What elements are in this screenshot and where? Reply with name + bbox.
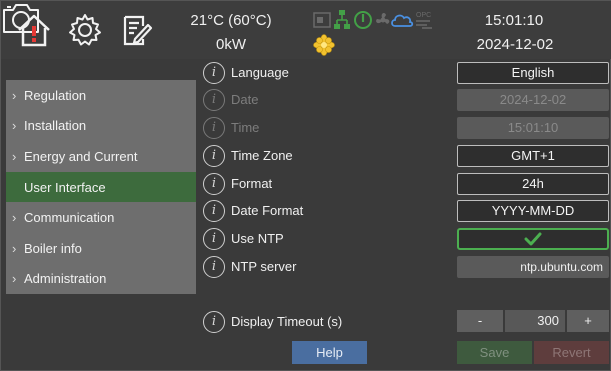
info-icon[interactable]: i <box>203 200 225 222</box>
setting-label: Use NTP <box>231 231 284 246</box>
ntp-server-input[interactable]: ntp.ubuntu.com <box>457 256 609 278</box>
sidebar-item-label: Communication <box>24 210 115 226</box>
sidebar-item-regulation[interactable]: › Regulation <box>6 80 196 111</box>
cloud-icon <box>391 14 414 27</box>
date-field: 2024-12-02 <box>457 89 609 111</box>
chevron-right-icon: › <box>12 148 17 164</box>
info-icon[interactable]: i <box>203 173 225 195</box>
info-icon[interactable]: i <box>203 228 225 250</box>
time-field: 15:01:10 <box>457 117 609 139</box>
clock-time: 15:01:10 <box>484 12 544 29</box>
setting-row-date: i Date 2024-12-02 <box>201 89 611 113</box>
opc-icon: OPC <box>416 12 432 29</box>
time-zone-select[interactable]: GMT+1 <box>457 145 609 167</box>
header-bar: 21°C (60°C) 0kW OPC 15:01:10 2024-12-02 <box>1 1 611 59</box>
setting-row-time: i Time 15:01:10 <box>201 117 611 141</box>
gear-icon[interactable] <box>66 11 104 49</box>
increment-button[interactable]: + <box>567 310 609 332</box>
info-icon[interactable]: i <box>203 256 225 278</box>
sidebar-item-label: Boiler info <box>24 240 82 256</box>
status-icons: OPC <box>313 10 432 29</box>
clock-date: 2024-12-02 <box>476 36 554 53</box>
time-format-select[interactable]: 24h <box>457 173 609 195</box>
setting-label: Time <box>231 120 260 135</box>
chevron-right-icon: › <box>12 240 17 256</box>
temperature-readout: 21°C (60°C) <box>190 12 272 29</box>
settings-screen: 21°C (60°C) 0kW OPC 15:01:10 2024-12-02 … <box>0 0 611 371</box>
power-readout: 0kW <box>216 36 246 53</box>
decrement-button[interactable]: - <box>457 310 503 332</box>
info-icon: i <box>203 89 225 111</box>
sidebar-item-installation[interactable]: › Installation <box>6 111 196 142</box>
settings-sidebar: › Regulation › Installation › Energy and… <box>6 80 196 294</box>
save-button[interactable]: Save <box>457 341 532 364</box>
sidebar-item-label: Administration <box>24 271 107 287</box>
info-icon: i <box>203 117 225 139</box>
device-icon <box>313 12 331 28</box>
date-format-select[interactable]: YYYY-MM-DD <box>457 200 609 222</box>
chevron-right-icon: › <box>12 210 17 226</box>
network-icon <box>334 10 350 29</box>
setting-row-date-format: i Date Format YYYY-MM-DD <box>201 200 611 224</box>
info-icon[interactable]: i <box>203 311 225 333</box>
setting-label: Display Timeout (s) <box>231 314 343 329</box>
power-icon <box>354 11 372 29</box>
svg-text:OPC: OPC <box>416 12 431 19</box>
help-button[interactable]: Help <box>292 341 367 364</box>
revert-button[interactable]: Revert <box>534 341 609 364</box>
setting-row-time-zone: i Time Zone GMT+1 <box>201 145 611 169</box>
sidebar-item-user-interface[interactable]: › User Interface <box>6 171 196 203</box>
chevron-right-icon: › <box>12 118 17 134</box>
display-timeout-stepper: - 300 + <box>457 310 609 332</box>
use-ntp-checkbox[interactable] <box>457 228 609 250</box>
sidebar-item-label: Regulation <box>24 87 87 103</box>
setting-row-format: i Format 24h <box>201 173 611 197</box>
home-alert-icon[interactable] <box>15 11 53 49</box>
sidebar-item-label: User Interface <box>24 179 106 195</box>
setting-label: Date Format <box>231 203 304 218</box>
checkmark-icon <box>524 232 542 246</box>
setting-row-language: i Language English <box>201 62 611 86</box>
setting-row-use-ntp: i Use NTP <box>201 228 611 252</box>
sidebar-item-energy-and-current[interactable]: › Energy and Current <box>6 141 196 172</box>
sidebar-item-label: Installation <box>24 118 87 134</box>
info-icon[interactable]: i <box>203 62 225 84</box>
fan-icon <box>376 12 390 24</box>
sidebar-item-label: Energy and Current <box>24 148 138 164</box>
setting-label: Language <box>231 65 289 80</box>
setting-row-ntp-server: i NTP server ntp.ubuntu.com <box>201 256 611 280</box>
chevron-right-icon: › <box>12 87 17 103</box>
display-timeout-value[interactable]: 300 <box>505 310 565 332</box>
notes-icon[interactable] <box>117 11 155 49</box>
setting-label: Date <box>231 92 259 107</box>
setting-label: Time Zone <box>231 148 293 163</box>
chevron-right-icon: › <box>12 271 17 287</box>
setting-label: NTP server <box>231 259 297 274</box>
setting-label: Format <box>231 176 273 191</box>
language-select[interactable]: English <box>457 62 609 84</box>
sidebar-item-boiler-info[interactable]: › Boiler info <box>6 233 196 264</box>
flower-icon <box>313 34 335 56</box>
sidebar-item-communication[interactable]: › Communication <box>6 202 196 233</box>
info-icon[interactable]: i <box>203 145 225 167</box>
sidebar-item-administration[interactable]: › Administration <box>6 264 196 295</box>
